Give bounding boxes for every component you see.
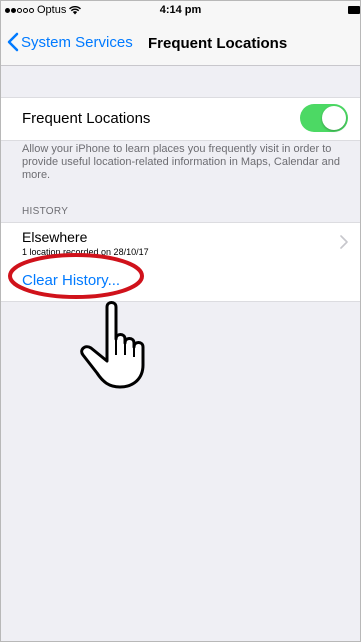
chevron-left-icon [7,32,19,52]
back-button[interactable]: System Services [7,32,133,52]
back-button-label: System Services [21,33,133,51]
screenshot-frame: Optus 4:14 pm System Services Frequent L… [0,0,361,642]
history-list-item[interactable]: Elsewhere 1 location recorded on 28/10/1… [1,222,360,262]
history-item-subtitle: 1 location recorded on 28/10/17 [22,247,149,257]
battery-icon [348,6,360,14]
history-section-header: HISTORY [22,206,69,217]
clear-history-button[interactable]: Clear History... [22,272,120,289]
status-bar: Optus 4:14 pm [1,1,360,21]
navigation-bar: System Services Frequent Locations [1,21,360,66]
settings-screen: Optus 4:14 pm System Services Frequent L… [0,0,361,642]
clear-history-row: Clear History... [1,261,360,302]
frequent-locations-label: Frequent Locations [22,110,151,127]
toggle-knob [322,106,346,130]
history-item-title: Elsewhere [22,229,88,245]
frequent-locations-toggle[interactable] [300,104,348,132]
frequent-locations-description: Allow your iPhone to learn places you fr… [22,143,340,181]
frequent-locations-row: Frequent Locations [1,97,360,141]
pointing-hand-icon [80,301,145,389]
status-time: 4:14 pm [159,4,202,16]
page-title: Frequent Locations [148,35,288,52]
chevron-right-icon [340,235,348,249]
